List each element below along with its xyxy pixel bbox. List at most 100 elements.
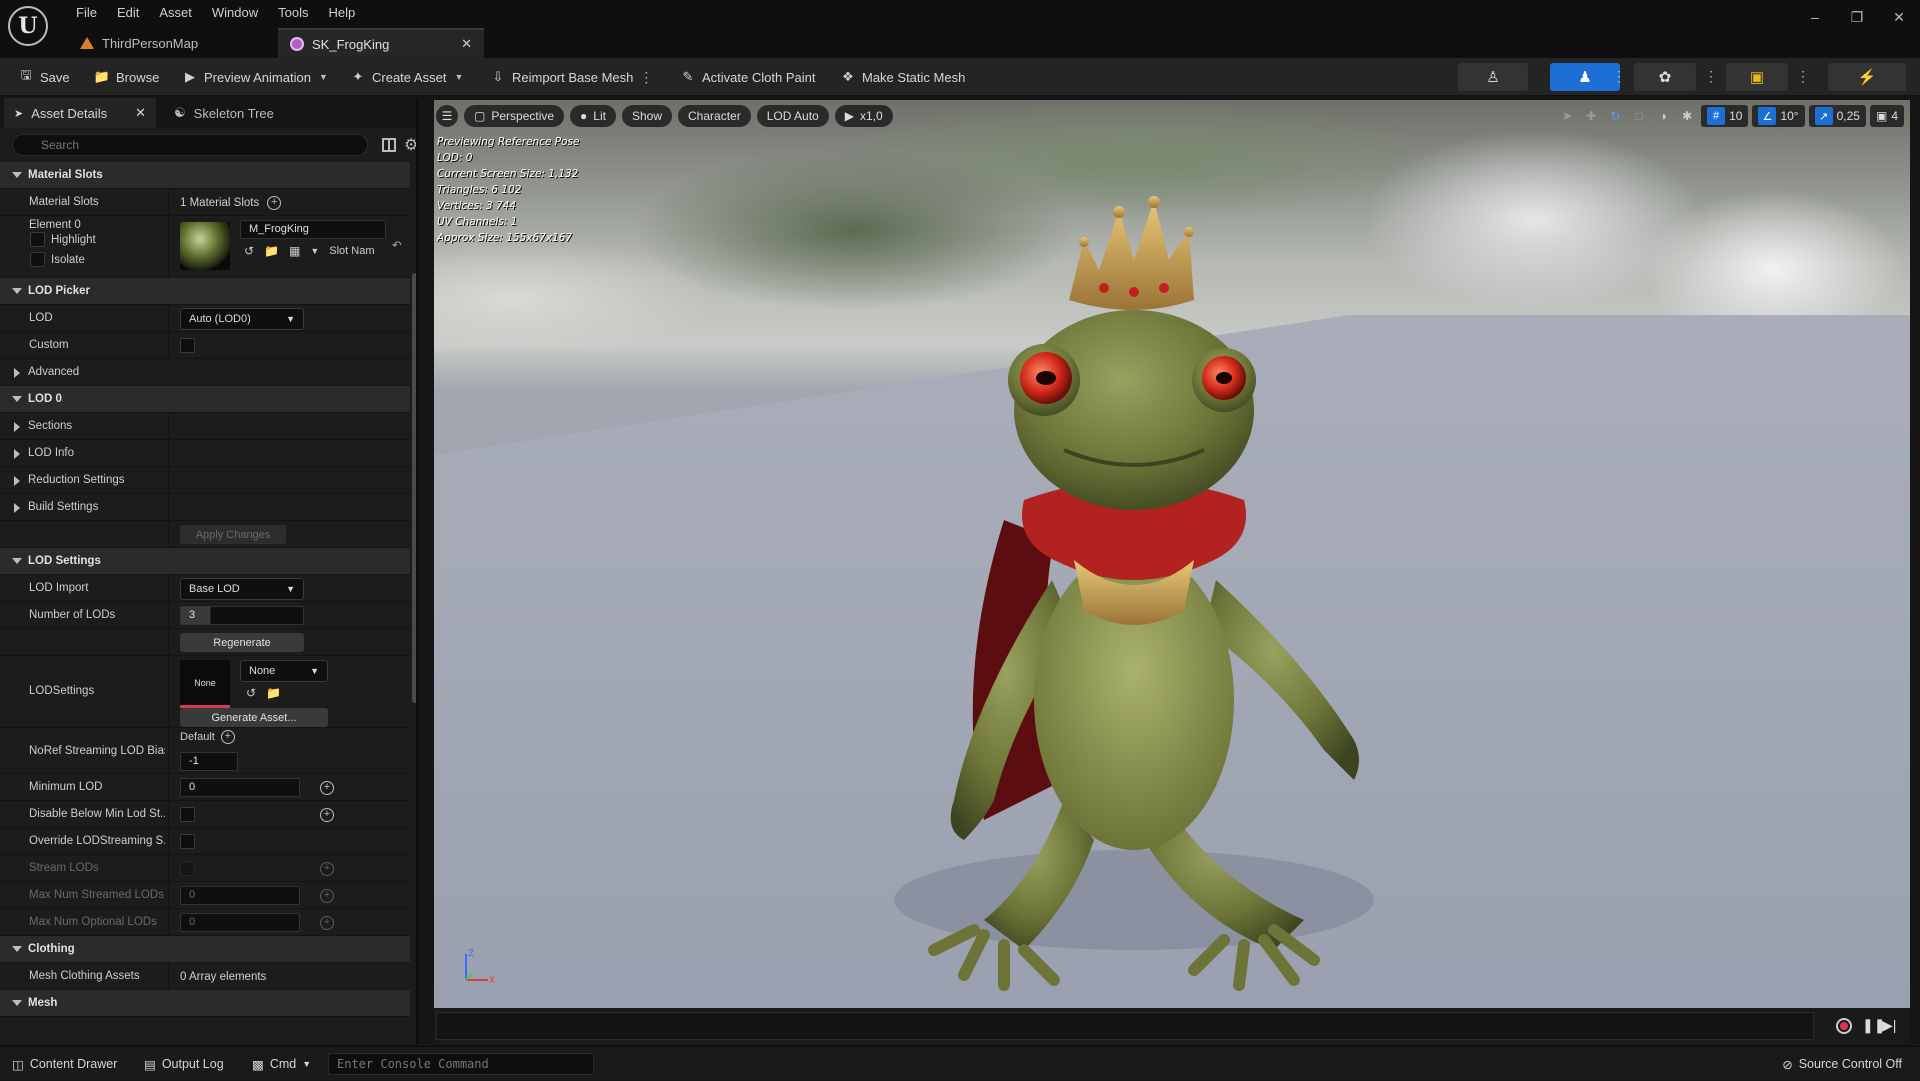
source-control-button[interactable]: ⊘ Source Control Off: [1774, 1047, 1910, 1081]
physics-mode-button[interactable]: ⚡: [1828, 63, 1906, 91]
tab-thirdpersonmap[interactable]: ThirdPersonMap: [68, 28, 274, 58]
console-command-input[interactable]: Enter Console Command: [328, 1053, 594, 1075]
more-options-icon[interactable]: ⋮: [1612, 68, 1626, 85]
material-thumbnail[interactable]: [180, 222, 230, 270]
disable-below-checkbox[interactable]: [180, 807, 195, 822]
surface-snap-icon[interactable]: ✱: [1677, 105, 1697, 127]
lit-button[interactable]: ● Lit: [570, 105, 616, 127]
search-input[interactable]: Search: [12, 134, 368, 156]
record-icon[interactable]: [1836, 1018, 1852, 1034]
close-tab-icon[interactable]: ✕: [461, 36, 472, 52]
restore-icon[interactable]: ❐: [1836, 9, 1878, 26]
step-forward-icon[interactable]: ▶|: [1882, 1017, 1896, 1034]
playback-speed-button[interactable]: ▶ x1,0: [834, 105, 893, 127]
use-selected-icon[interactable]: ↺: [244, 244, 254, 258]
make-static-mesh-button[interactable]: ❖ Make Static Mesh: [836, 58, 969, 96]
add-icon[interactable]: +: [267, 195, 282, 210]
lodsettings-dropdown[interactable]: None ▼: [240, 660, 328, 682]
blueprint-mode-button[interactable]: ▣: [1726, 63, 1788, 91]
menu-help[interactable]: Help: [318, 1, 365, 24]
section-lod-settings[interactable]: LOD Settings: [0, 548, 410, 575]
apply-changes-button[interactable]: Apply Changes: [180, 525, 286, 544]
browse-icon[interactable]: 📁: [266, 686, 281, 700]
section-lod-0[interactable]: LOD 0: [0, 386, 410, 413]
highlight-checkbox[interactable]: [30, 232, 45, 247]
rotate-icon[interactable]: ↻: [1605, 105, 1625, 127]
reimport-base-mesh-button[interactable]: ⇩ Reimport Base Mesh ⋮: [486, 58, 657, 96]
menu-asset[interactable]: Asset: [149, 1, 202, 24]
menu-edit[interactable]: Edit: [107, 1, 149, 24]
override-checkbox[interactable]: [180, 834, 195, 849]
custom-checkbox[interactable]: [180, 338, 195, 353]
checker-icon[interactable]: ▦: [289, 244, 300, 258]
add-icon[interactable]: +: [220, 730, 235, 744]
scale-snap-toggle[interactable]: ↗ 0,25: [1808, 105, 1866, 127]
regenerate-button[interactable]: Regenerate: [180, 633, 304, 652]
tab-sk-frogking[interactable]: SK_FrogKing ✕: [278, 28, 484, 58]
skeleton-mode-button[interactable]: ♙: [1458, 63, 1528, 91]
menu-window[interactable]: Window: [202, 1, 268, 24]
category-reduction-settings[interactable]: Reduction Settings: [0, 467, 410, 494]
frog-king-mesh[interactable]: [834, 160, 1474, 1000]
cmd-dropdown[interactable]: ▩ Cmd ▼: [244, 1047, 319, 1081]
unreal-logo-icon[interactable]: U: [8, 6, 48, 46]
timeline-track[interactable]: [436, 1012, 1814, 1040]
lod-dropdown[interactable]: Auto (LOD0) ▼: [180, 307, 304, 330]
mesh-mode-button[interactable]: ♟: [1550, 63, 1620, 91]
tab-skeleton-tree[interactable]: ☯ Skeleton Tree: [164, 98, 304, 128]
category-advanced[interactable]: Advanced: [0, 359, 410, 386]
character-button[interactable]: Character: [678, 105, 751, 127]
tab-asset-details[interactable]: ➤ Asset Details ✕: [4, 98, 156, 128]
add-icon[interactable]: +: [320, 780, 334, 795]
output-log-button[interactable]: ▤ Output Log: [136, 1047, 232, 1081]
lod-auto-button[interactable]: LOD Auto: [756, 105, 829, 127]
isolate-toggle[interactable]: Isolate: [30, 252, 85, 267]
panel-scrollbar[interactable]: [412, 273, 416, 703]
noref-bias-field[interactable]: -1: [180, 752, 238, 771]
lod-import-dropdown[interactable]: Base LOD ▼: [180, 577, 304, 600]
scale-icon[interactable]: □: [1629, 105, 1649, 127]
category-build-settings[interactable]: Build Settings: [0, 494, 410, 521]
minimum-lod-field[interactable]: 0: [180, 778, 300, 797]
number-of-lods-field[interactable]: 3: [180, 606, 304, 625]
lodsettings-thumbnail[interactable]: None: [180, 660, 230, 708]
highlight-toggle[interactable]: Highlight: [30, 232, 96, 247]
more-options-icon[interactable]: ⋮: [1704, 68, 1718, 85]
gear-icon[interactable]: ⚙: [404, 135, 416, 155]
close-tab-icon[interactable]: ✕: [135, 105, 146, 121]
category-lod-info[interactable]: LOD Info: [0, 440, 410, 467]
camera-speed-button[interactable]: ▣ 4: [1869, 105, 1904, 127]
table-view-icon[interactable]: [382, 138, 396, 152]
grid-snap-toggle[interactable]: #10: [1701, 105, 1749, 127]
menu-tools[interactable]: Tools: [268, 1, 318, 24]
chevron-down-icon[interactable]: ▼: [310, 246, 319, 256]
section-clothing[interactable]: Clothing: [0, 936, 410, 963]
reset-icon[interactable]: ↶: [392, 238, 402, 252]
content-drawer-button[interactable]: ◫ Content Drawer: [4, 1047, 125, 1081]
section-lod-picker[interactable]: LOD Picker: [0, 278, 410, 305]
move-icon[interactable]: ✚: [1581, 105, 1601, 127]
category-sections[interactable]: Sections: [0, 413, 410, 440]
section-material-slots[interactable]: Material Slots: [0, 162, 410, 189]
menu-file[interactable]: File: [66, 1, 107, 24]
minimize-icon[interactable]: –: [1794, 9, 1836, 25]
isolate-checkbox[interactable]: [30, 252, 45, 267]
hamburger-menu-icon[interactable]: ☰: [436, 105, 458, 127]
show-button[interactable]: Show: [621, 105, 673, 127]
create-asset-button[interactable]: ✦ Create Asset ▼: [346, 58, 467, 96]
use-selected-icon[interactable]: ↺: [246, 686, 256, 700]
more-options-icon[interactable]: ⋮: [639, 69, 653, 86]
material-name-field[interactable]: M_FrogKing: [240, 220, 386, 239]
section-mesh[interactable]: Mesh: [0, 990, 410, 1017]
activate-cloth-paint-button[interactable]: ✎ Activate Cloth Paint: [676, 58, 819, 96]
close-window-icon[interactable]: ✕: [1878, 9, 1920, 26]
angle-snap-toggle[interactable]: ∠ 10°: [1752, 105, 1805, 127]
save-button[interactable]: 🖫 Save: [14, 58, 74, 96]
browse-icon[interactable]: 📁: [264, 244, 279, 258]
perspective-button[interactable]: ▢ Perspective: [464, 105, 565, 127]
world-local-icon[interactable]: ◑: [1653, 105, 1673, 127]
viewport[interactable]: ☰ ▢ Perspective ● Lit Show Character LOD A…: [434, 100, 1910, 1008]
select-icon[interactable]: ➤: [1557, 105, 1577, 127]
generate-asset-button[interactable]: Generate Asset...: [180, 708, 328, 727]
browse-button[interactable]: 📁 Browse: [90, 58, 163, 96]
